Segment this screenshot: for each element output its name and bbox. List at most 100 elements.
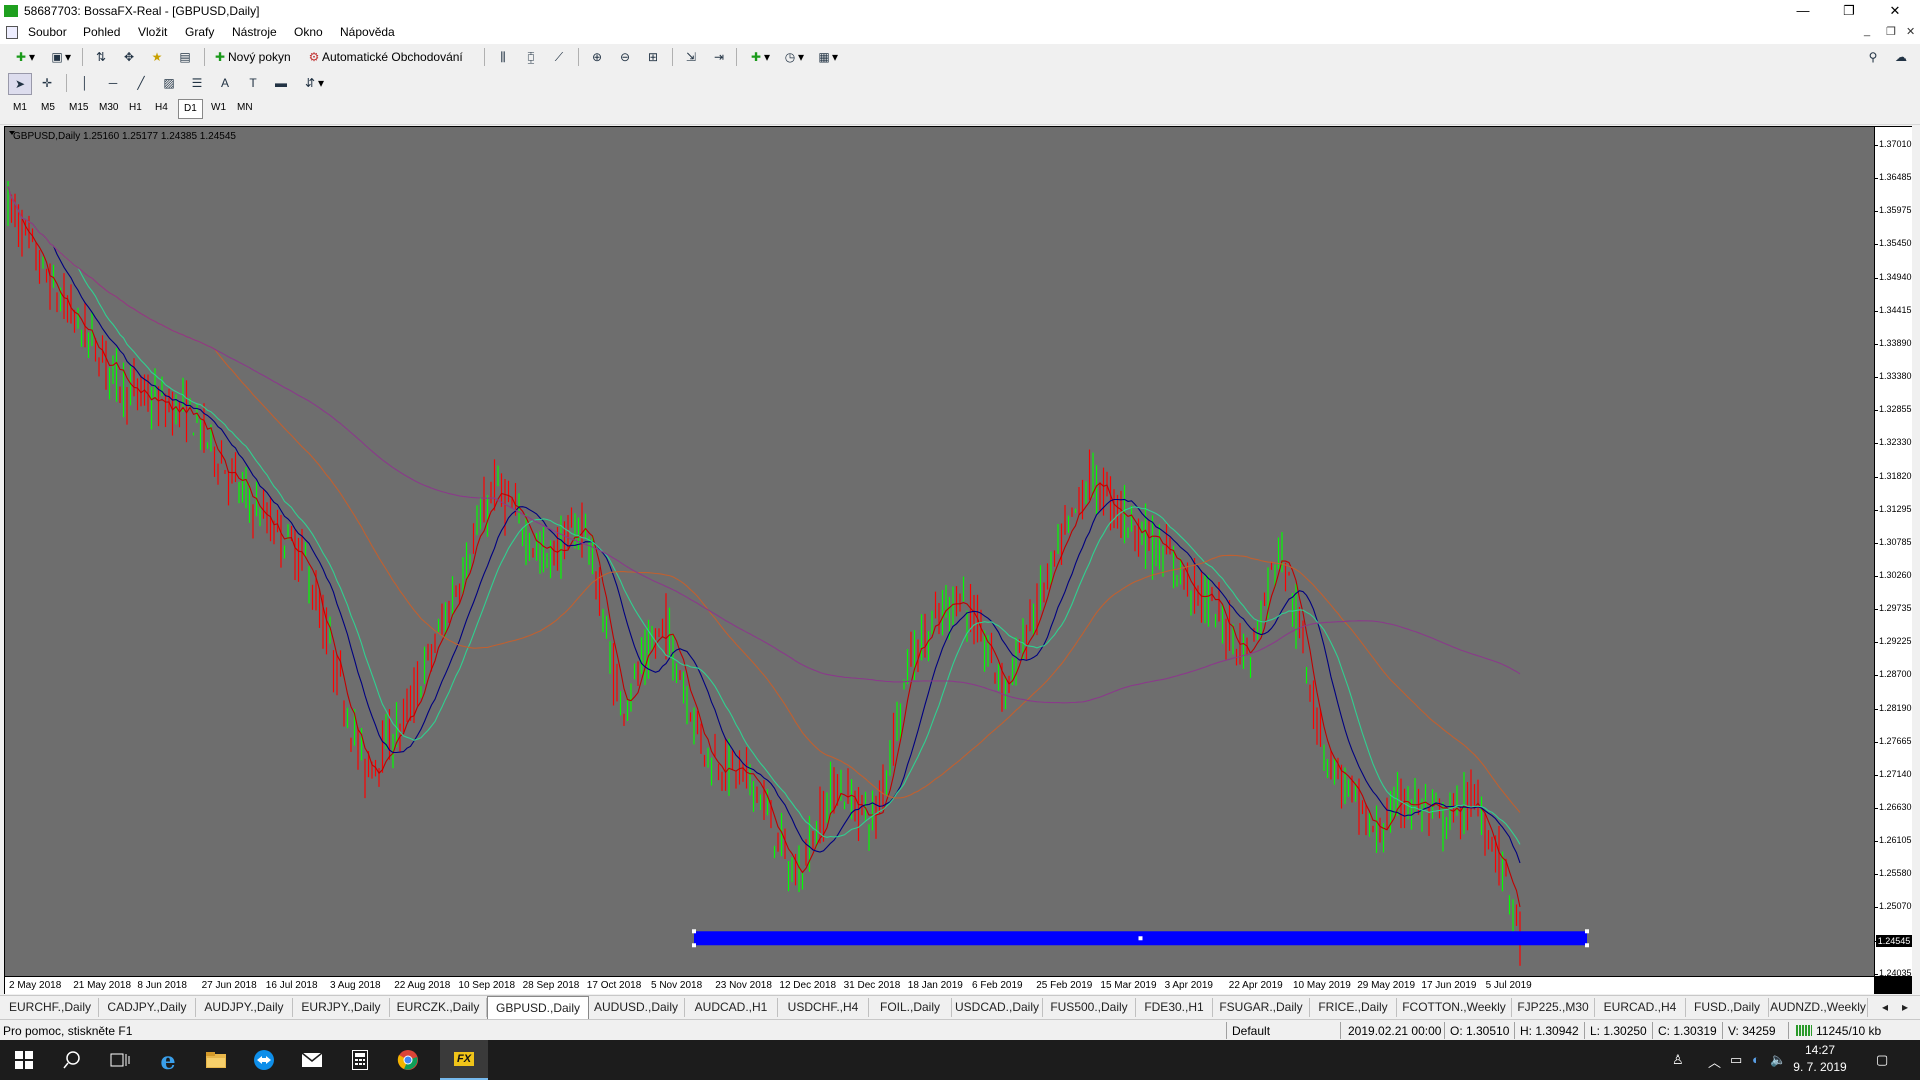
timeframe-d1[interactable]: D1 bbox=[178, 99, 203, 119]
mail-app-button[interactable] bbox=[288, 1040, 336, 1080]
search-taskbar-button[interactable] bbox=[48, 1040, 96, 1080]
fibonacci-tool[interactable]: ☰ bbox=[186, 73, 208, 93]
chart-tab[interactable]: EURJPY.,Daily bbox=[293, 998, 390, 1017]
security-icon[interactable]: ◐ bbox=[1752, 1052, 1760, 1067]
menu-soubor[interactable]: Soubor bbox=[28, 25, 67, 39]
horizontal-line-tool[interactable]: ─ bbox=[102, 73, 124, 93]
chart-tab[interactable]: FUS500.,Daily bbox=[1043, 998, 1136, 1017]
chart-tab[interactable]: AUDNZD.,Weekly bbox=[1769, 998, 1868, 1017]
network-icon[interactable]: ▭ bbox=[1730, 1052, 1742, 1068]
chart-area[interactable]: GBPUSD,Daily 1.25160 1.25177 1.24385 1.2… bbox=[5, 127, 1874, 976]
chart-tab[interactable]: FDE30.,H1 bbox=[1136, 998, 1213, 1017]
vertical-line-tool[interactable]: │ bbox=[74, 73, 96, 93]
autoscroll-button[interactable]: ⇲ bbox=[680, 47, 702, 67]
explorer-app-button[interactable] bbox=[192, 1040, 240, 1080]
rectangle-tool[interactable]: ▬ bbox=[270, 73, 292, 93]
metatrader-app-button[interactable]: FX bbox=[440, 1040, 488, 1080]
price-chart[interactable] bbox=[5, 127, 1874, 976]
tabs-scroll-left[interactable]: ◂ bbox=[1876, 998, 1894, 1017]
status-profile[interactable]: Default bbox=[1232, 1024, 1270, 1038]
menu-nastroje[interactable]: Nástroje bbox=[232, 25, 277, 39]
start-button[interactable] bbox=[0, 1040, 48, 1080]
close-button[interactable]: ✕ bbox=[1872, 0, 1918, 22]
document-icon[interactable] bbox=[6, 26, 18, 39]
chart-tab[interactable]: EURCHF.,Daily bbox=[2, 998, 99, 1017]
zoom-in-button[interactable]: ⊕ bbox=[586, 47, 608, 67]
mdi-close-button[interactable]: ✕ bbox=[1906, 25, 1915, 38]
calculator-app-button[interactable] bbox=[336, 1040, 384, 1080]
tile-windows-button[interactable]: ⊞ bbox=[642, 47, 664, 67]
line-chart-button[interactable]: ⟋ bbox=[548, 47, 570, 67]
price-scale[interactable]: 1.37010 1.36485 1.35975 1.35450 1.34940 1.344… bbox=[1875, 127, 1912, 978]
timeframe-mn[interactable]: MN bbox=[232, 99, 258, 117]
timeframe-h1[interactable]: H1 bbox=[124, 99, 147, 117]
time-scale[interactable]: 2 May 2018 21 May 2018 8 Jun 2018 27 Jun 20… bbox=[5, 977, 1874, 994]
new-chart-button[interactable]: ✚ ▾ bbox=[8, 47, 40, 67]
crosshair-tool[interactable]: ✛ bbox=[36, 73, 58, 93]
chart-shift-button[interactable]: ⇥ bbox=[708, 47, 730, 67]
rectangle-handle[interactable] bbox=[692, 929, 696, 934]
channel-tool[interactable]: ▨ bbox=[158, 73, 180, 93]
chart-tab[interactable]: GBPUSD.,Daily bbox=[487, 996, 589, 1019]
menu-grafy[interactable]: Grafy bbox=[185, 25, 214, 39]
chart-tab[interactable]: USDCHF.,H4 bbox=[778, 998, 869, 1017]
menu-okno[interactable]: Okno bbox=[294, 25, 323, 39]
volume-icon[interactable]: 🔈 bbox=[1770, 1052, 1786, 1068]
rectangle-handle[interactable] bbox=[1138, 936, 1143, 941]
chart-tab[interactable]: EURCAD.,H4 bbox=[1595, 998, 1686, 1017]
timeframe-m30[interactable]: M30 bbox=[94, 99, 123, 117]
system-clock[interactable]: 14:27 9. 7. 2019 bbox=[1790, 1042, 1850, 1076]
bar-chart-button[interactable]: ⫼ bbox=[492, 47, 514, 67]
chart-tab[interactable]: FUSD.,Daily bbox=[1686, 998, 1769, 1017]
terminal-button[interactable]: ▤ bbox=[174, 47, 196, 67]
chart-tab[interactable]: FCOTTON.,Weekly bbox=[1397, 998, 1512, 1017]
tabs-scroll-right[interactable]: ▸ bbox=[1896, 998, 1914, 1017]
auto-trading-button[interactable]: ⚙ Automatické Obchodování bbox=[306, 47, 474, 67]
people-icon[interactable]: ♙ bbox=[1672, 1052, 1684, 1068]
tray-chevron-icon[interactable]: ︿ bbox=[1708, 1052, 1721, 1071]
mdi-restore-button[interactable]: ❐ bbox=[1886, 25, 1896, 38]
chart-tab[interactable]: FSUGAR.,Daily bbox=[1213, 998, 1310, 1017]
timeframe-h4[interactable]: H4 bbox=[150, 99, 173, 117]
arrows-tool[interactable]: ⇵ ▾ bbox=[298, 73, 328, 93]
periods-button[interactable]: ◷ ▾ bbox=[778, 47, 808, 67]
chart-tab[interactable]: AUDCAD.,H1 bbox=[685, 998, 778, 1017]
navigator-button[interactable]: ★ bbox=[146, 47, 168, 67]
menu-napoveda[interactable]: Nápověda bbox=[340, 25, 395, 39]
market-watch-button[interactable]: ⇅ bbox=[90, 47, 112, 67]
new-order-button[interactable]: ✚ Nový pokyn bbox=[212, 47, 302, 67]
restore-button[interactable]: ❐ bbox=[1826, 0, 1872, 22]
mdi-minimize-button[interactable]: _ bbox=[1864, 25, 1870, 37]
chart-tab[interactable]: AUDJPY.,Daily bbox=[196, 998, 293, 1017]
trendline-tool[interactable]: ╱ bbox=[130, 73, 152, 93]
timeframe-m15[interactable]: M15 bbox=[64, 99, 93, 117]
chat-button[interactable]: ☁ bbox=[1890, 47, 1912, 67]
rectangle-handle[interactable] bbox=[1585, 943, 1589, 948]
menu-vlozit[interactable]: Vložit bbox=[138, 25, 167, 39]
timeframe-w1[interactable]: W1 bbox=[206, 99, 231, 117]
profiles-button[interactable]: ▣ ▾ bbox=[44, 47, 76, 67]
chart-tab[interactable]: FRICE.,Daily bbox=[1310, 998, 1397, 1017]
teamviewer-app-button[interactable] bbox=[240, 1040, 288, 1080]
data-window-button[interactable]: ✥ bbox=[118, 47, 140, 67]
zoom-out-button[interactable]: ⊖ bbox=[614, 47, 636, 67]
chart-tab[interactable]: USDCAD.,Daily bbox=[952, 998, 1043, 1017]
rectangle-handle[interactable] bbox=[692, 943, 696, 948]
templates-button[interactable]: ▦ ▾ bbox=[812, 47, 842, 67]
chart-tab[interactable]: FOIL.,Daily bbox=[869, 998, 952, 1017]
chrome-app-button[interactable] bbox=[384, 1040, 432, 1080]
chart-tab[interactable]: CADJPY.,Daily bbox=[99, 998, 196, 1017]
chart-tab[interactable]: AUDUSD.,Daily bbox=[588, 998, 685, 1017]
menu-pohled[interactable]: Pohled bbox=[83, 25, 120, 39]
rectangle-handle[interactable] bbox=[1585, 929, 1589, 934]
timeframe-m5[interactable]: M5 bbox=[36, 99, 60, 117]
chart-tab[interactable]: FJP225.,M30 bbox=[1512, 998, 1595, 1017]
text-tool[interactable]: A bbox=[214, 73, 236, 93]
indicators-button[interactable]: ✚ ▾ bbox=[744, 47, 774, 67]
search-button[interactable]: ⚲ bbox=[1862, 47, 1884, 67]
chart-tab[interactable]: EURCZK.,Daily bbox=[390, 998, 487, 1017]
cursor-tool[interactable]: ➤ bbox=[8, 73, 32, 95]
text-label-tool[interactable]: T bbox=[242, 73, 264, 93]
candlestick-button[interactable]: ⧮ bbox=[520, 47, 542, 67]
minimize-button[interactable]: — bbox=[1780, 0, 1826, 22]
